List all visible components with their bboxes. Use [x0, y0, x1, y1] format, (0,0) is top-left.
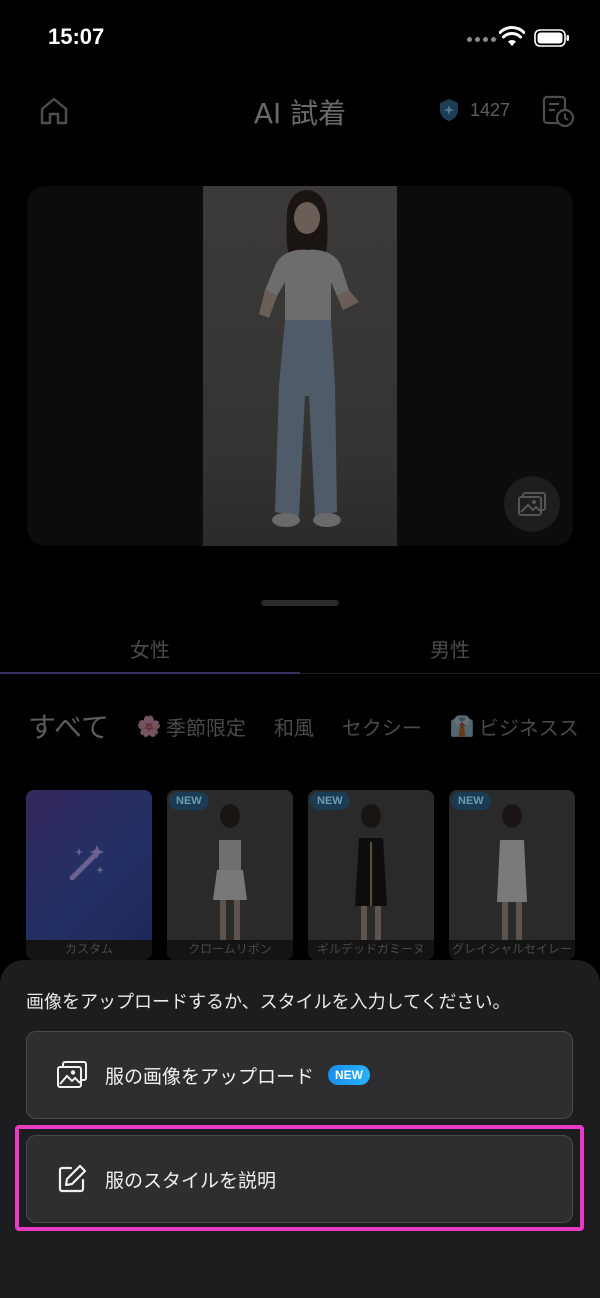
style-model-image — [497, 804, 527, 946]
tab-male[interactable]: 男性 — [300, 628, 600, 673]
style-model-image — [355, 804, 387, 946]
status-bar: 15:07 — [0, 0, 600, 80]
style-model-image — [213, 804, 247, 946]
category-sexy[interactable]: セクシー — [342, 712, 422, 741]
sheet-prompt: 画像をアップロードするか、スタイルを入力してください。 — [26, 992, 511, 1013]
style-label: カスタム — [26, 940, 152, 960]
style-grid: カスタム NEW クロームリボン NEW ギルデッドガミーヌ NEW グレイシャ… — [26, 790, 600, 970]
credit-balance[interactable]: 1427 — [438, 98, 510, 122]
new-badge: NEW — [328, 1065, 371, 1085]
new-badge: NEW — [451, 792, 491, 810]
style-card-custom[interactable]: カスタム — [26, 790, 152, 960]
category-seasonal[interactable]: 🌸 季節限定 — [137, 712, 246, 741]
category-filter: すべて 🌸 季節限定 和風 セクシー 👔 ビジネスス — [28, 706, 600, 746]
category-label: ビジネスス — [478, 715, 579, 740]
necktie-icon: 👔 — [449, 714, 475, 738]
wifi-icon — [499, 26, 525, 46]
style-label: ギルデッドガミーヌ — [308, 940, 434, 960]
style-label: クロームリボン — [167, 940, 293, 960]
edit-icon — [58, 1164, 87, 1193]
category-label: すべて — [28, 711, 109, 744]
history-icon[interactable] — [541, 94, 575, 128]
category-all[interactable]: すべて — [28, 706, 109, 746]
style-card[interactable]: NEW クロームリボン — [167, 790, 293, 960]
upload-clothes-image-button[interactable]: 服の画像をアップロード NEW — [26, 1031, 573, 1119]
tab-female[interactable]: 女性 — [0, 628, 300, 674]
credit-count: 1427 — [470, 99, 511, 120]
category-japanese[interactable]: 和風 — [274, 712, 314, 741]
magic-wand-icon — [69, 845, 104, 881]
model-photo — [203, 186, 397, 546]
drag-handle[interactable] — [261, 600, 339, 606]
describe-label: 服のスタイルを説明 — [105, 1169, 277, 1192]
battery-icon — [534, 29, 569, 47]
category-label: セクシー — [341, 715, 422, 740]
status-time: 15:07 — [48, 24, 105, 49]
gallery-button[interactable] — [504, 476, 560, 532]
describe-clothes-style-button[interactable]: 服のスタイルを説明 — [26, 1135, 573, 1223]
category-label: 和風 — [273, 715, 314, 740]
category-business[interactable]: 👔 ビジネスス — [450, 712, 579, 741]
upload-label: 服の画像をアップロード — [105, 1065, 315, 1088]
category-label: 季節限定 — [165, 715, 246, 740]
model-figure — [259, 190, 359, 527]
new-badge: NEW — [310, 792, 350, 810]
cherry-blossom-icon: 🌸 — [136, 714, 162, 738]
header: AI 試着 1427 — [0, 80, 600, 140]
style-card[interactable]: NEW グレイシャルセイレーン — [449, 790, 575, 960]
shield-icon — [440, 99, 458, 121]
cellular-signal-icon — [467, 37, 496, 42]
gender-tabs: 女性 男性 — [0, 628, 600, 674]
new-badge: NEW — [169, 792, 209, 810]
style-card[interactable]: NEW ギルデッドガミーヌ — [308, 790, 434, 960]
image-upload-icon — [57, 1061, 87, 1088]
bottom-sheet: 画像をアップロードするか、スタイルを入力してください。 服の画像をアップロード … — [0, 960, 600, 1298]
style-label: グレイシャルセイレーン — [449, 940, 575, 960]
gallery-icon — [518, 492, 546, 516]
